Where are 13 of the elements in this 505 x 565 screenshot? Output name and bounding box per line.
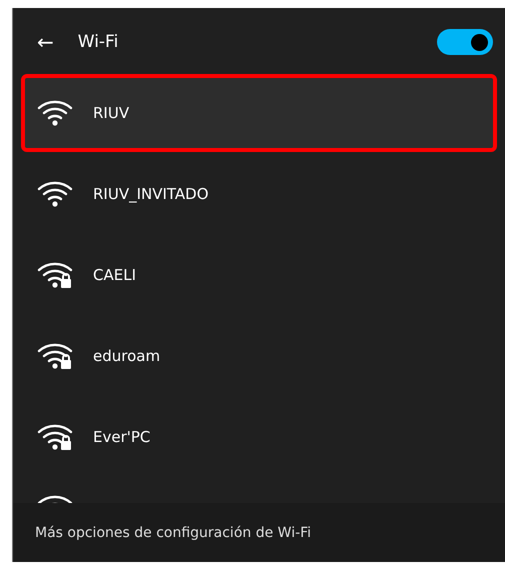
panel-title: Wi-Fi: [78, 32, 120, 52]
network-item[interactable]: RIUV: [23, 76, 495, 150]
network-item[interactable]: CAELI: [23, 238, 495, 312]
network-name: eduroam: [93, 347, 160, 365]
settings-link[interactable]: Más opciones de configuración de Wi-Fi: [35, 524, 312, 540]
back-button[interactable]: ←: [37, 30, 54, 54]
network-item[interactable]: Ever'PC: [23, 400, 495, 474]
network-item[interactable]: eduroam: [23, 319, 495, 393]
network-name: RIUV_INVITADO: [93, 185, 209, 203]
network-item[interactable]: RIUV_INVITADO: [23, 157, 495, 231]
network-name: RIUV: [93, 104, 130, 122]
network-name: CAELI: [93, 266, 136, 284]
network-name: Ever'PC: [93, 428, 150, 446]
